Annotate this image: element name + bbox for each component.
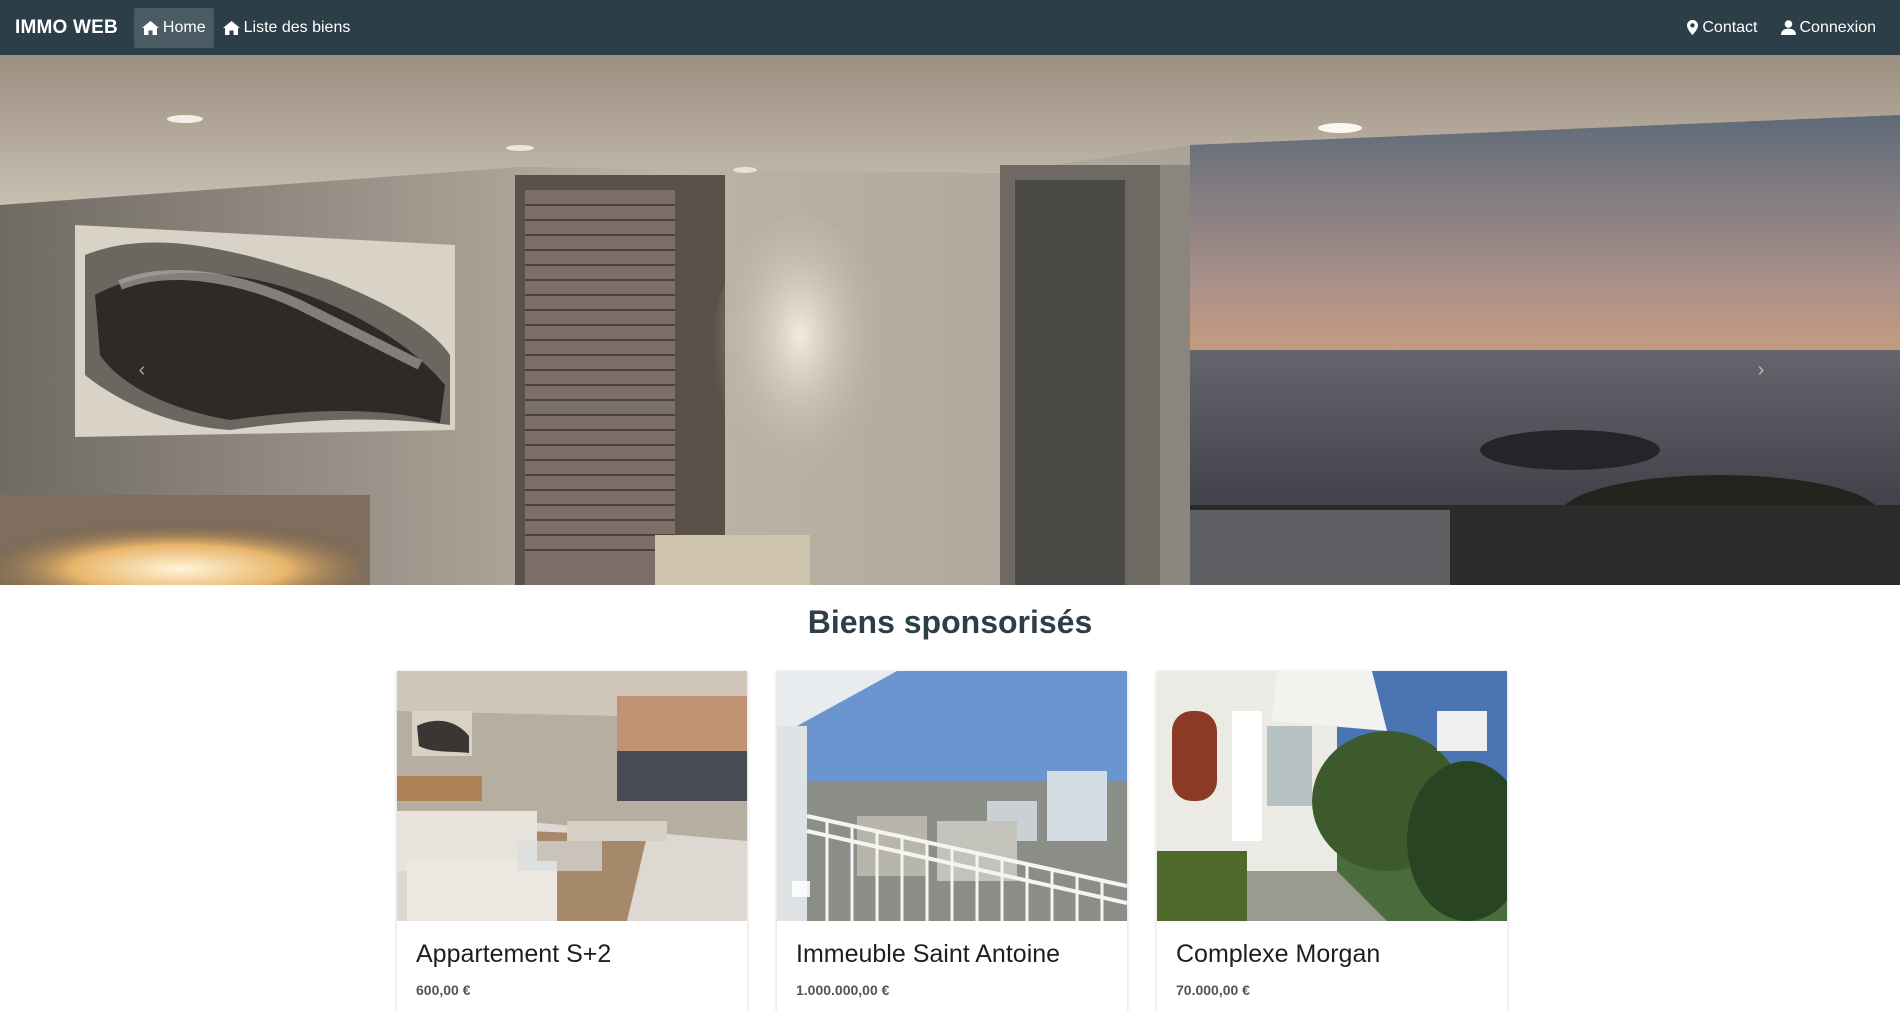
nav-property-list-link[interactable]: Liste des biens xyxy=(215,8,359,48)
property-price: 70.000,00 € xyxy=(1176,982,1250,998)
nav-property-list-label: Liste des biens xyxy=(243,18,351,36)
brand-logo[interactable]: IMMO WEB xyxy=(15,17,118,39)
property-card[interactable]: Immeuble Saint Antoine 1.000.000,00 € xyxy=(777,671,1127,1011)
nav-contact-label: Contact xyxy=(1702,18,1758,36)
nav-contact-link[interactable]: Contact xyxy=(1679,8,1765,48)
property-price: 1.000.000,00 € xyxy=(796,982,890,998)
top-navbar: IMMO WEB Home Liste des biens Contact Co… xyxy=(0,0,1900,55)
home-icon xyxy=(141,20,159,35)
nav-right-group: Contact Connexion xyxy=(1673,8,1885,48)
home-icon xyxy=(222,20,240,35)
section-title: Biens sponsorisés xyxy=(807,604,1093,640)
nav-login-label: Connexion xyxy=(1799,18,1877,36)
property-card[interactable]: Complexe Morgan 70.000,00 € xyxy=(1157,671,1507,1011)
property-card[interactable]: Appartement S+2 600,00 € xyxy=(397,671,747,1011)
property-photo[interactable] xyxy=(1157,671,1507,921)
property-title[interactable]: Appartement S+2 xyxy=(416,940,611,969)
user-icon xyxy=(1780,20,1796,35)
property-title[interactable]: Complexe Morgan xyxy=(1176,940,1380,969)
hero-slide-image xyxy=(0,55,1900,585)
carousel-next-button[interactable]: › xyxy=(1746,355,1776,385)
map-marker-icon xyxy=(1687,20,1699,35)
nav-login-link[interactable]: Connexion xyxy=(1773,8,1885,48)
hero-carousel[interactable]: ‹ › xyxy=(0,55,1900,585)
nav-home-link[interactable]: Home xyxy=(133,7,214,48)
nav-home-label: Home xyxy=(162,18,206,36)
property-price: 600,00 € xyxy=(416,982,471,998)
property-title[interactable]: Immeuble Saint Antoine xyxy=(796,940,1060,969)
property-photo[interactable] xyxy=(397,671,747,921)
property-photo[interactable] xyxy=(777,671,1127,921)
carousel-prev-button[interactable]: ‹ xyxy=(127,355,157,385)
